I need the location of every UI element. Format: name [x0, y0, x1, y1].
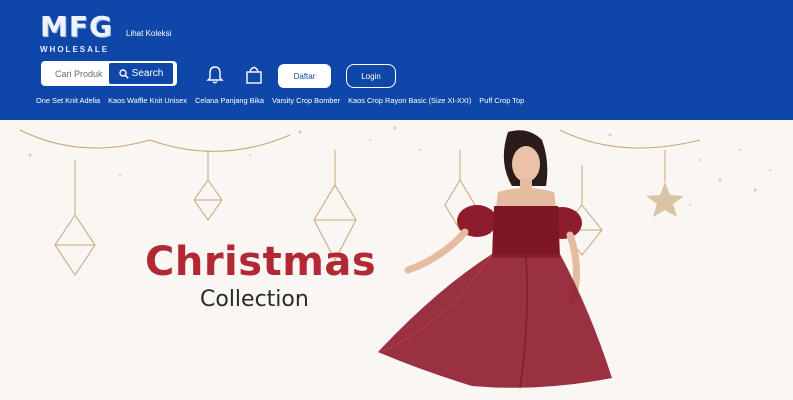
search-input[interactable] — [41, 61, 113, 86]
woman-model-photo — [378, 130, 612, 389]
gold-glitter — [28, 126, 771, 206]
login-button[interactable]: Login — [346, 64, 396, 88]
category-link[interactable]: Puff Crop Top — [479, 96, 524, 108]
category-link[interactable]: Kaos Waffle Knit Unisex — [108, 96, 187, 108]
view-collection-link[interactable]: Lihat Koleksi — [126, 29, 171, 38]
banner-title: Christmas — [145, 239, 377, 285]
category-link[interactable]: Varsity Crop Bomber — [272, 96, 340, 108]
bell-icon[interactable] — [206, 65, 224, 85]
site-header: MFG WHOLESALE Lihat Koleksi Search Dafta… — [0, 0, 793, 120]
christmas-decor-illustration — [19, 126, 771, 389]
logo-subtext: WHOLESALE — [40, 45, 110, 54]
category-link[interactable]: Kaos Crop Rayon Basic (Size XI-XXI) — [348, 96, 471, 108]
search-icon — [118, 68, 129, 79]
banner-subtitle: Collection — [200, 287, 309, 312]
search-button[interactable]: Search — [108, 62, 174, 85]
star-icon — [646, 182, 684, 217]
brand-logo[interactable]: MFG WHOLESALE — [40, 10, 113, 58]
register-button[interactable]: Daftar — [278, 64, 331, 88]
hero-banner[interactable]: Christmas Collection — [0, 120, 793, 400]
category-link[interactable]: One Set Knit Adelia — [36, 96, 100, 108]
category-nav: One Set Knit Adelia Kaos Waffle Knit Uni… — [36, 96, 524, 108]
logo-text: MFG — [40, 10, 113, 43]
category-link[interactable]: Celana Panjang Bika — [195, 96, 264, 108]
shopping-bag-icon[interactable] — [245, 65, 263, 85]
search-button-label: Search — [131, 68, 164, 79]
